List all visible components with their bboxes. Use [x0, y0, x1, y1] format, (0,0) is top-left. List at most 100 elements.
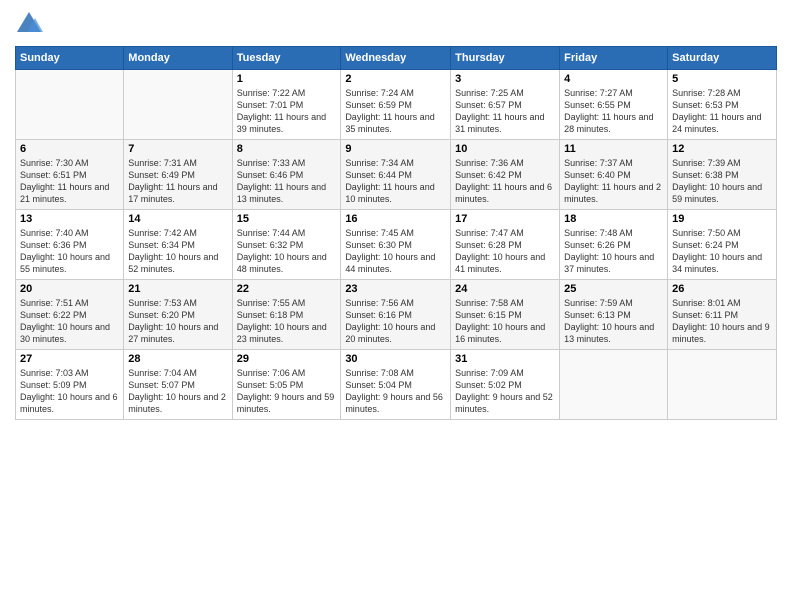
calendar-table: SundayMondayTuesdayWednesdayThursdayFrid…	[15, 46, 777, 420]
calendar-header: SundayMondayTuesdayWednesdayThursdayFrid…	[16, 47, 777, 70]
day-number: 4	[564, 73, 663, 85]
calendar-cell: 10 Sunrise: 7:36 AM Sunset: 6:42 PM Dayli…	[451, 140, 560, 210]
calendar-cell: 9 Sunrise: 7:34 AM Sunset: 6:44 PM Daylig…	[341, 140, 451, 210]
page: SundayMondayTuesdayWednesdayThursdayFrid…	[0, 0, 792, 612]
day-number: 12	[672, 143, 772, 155]
day-number: 17	[455, 213, 555, 225]
calendar-cell: 22 Sunrise: 7:55 AM Sunset: 6:18 PM Dayli…	[232, 280, 341, 350]
day-info: Sunrise: 7:27 AM Sunset: 6:55 PM Dayligh…	[564, 87, 663, 136]
calendar-cell: 14 Sunrise: 7:42 AM Sunset: 6:34 PM Dayli…	[124, 210, 232, 280]
day-info: Sunrise: 7:25 AM Sunset: 6:57 PM Dayligh…	[455, 87, 555, 136]
day-number: 23	[345, 283, 446, 295]
calendar-cell: 23 Sunrise: 7:56 AM Sunset: 6:16 PM Dayli…	[341, 280, 451, 350]
day-number: 9	[345, 143, 446, 155]
calendar-cell: 30Sunrise: 7:08 AM Sunset: 5:04 PM Dayli…	[341, 350, 451, 420]
calendar-cell: 2 Sunrise: 7:24 AM Sunset: 6:59 PM Daylig…	[341, 70, 451, 140]
calendar-cell	[560, 350, 668, 420]
calendar-cell: 8 Sunrise: 7:33 AM Sunset: 6:46 PM Daylig…	[232, 140, 341, 210]
day-number: 8	[237, 143, 337, 155]
day-number: 16	[345, 213, 446, 225]
calendar-cell: 16Sunrise: 7:45 AM Sunset: 6:30 PM Dayli…	[341, 210, 451, 280]
day-info: Sunrise: 7:34 AM Sunset: 6:44 PM Dayligh…	[345, 157, 446, 206]
day-number: 10	[455, 143, 555, 155]
day-info: Sunrise: 7:55 AM Sunset: 6:18 PM Dayligh…	[237, 297, 337, 346]
calendar-cell: 17 Sunrise: 7:47 AM Sunset: 6:28 PM Dayli…	[451, 210, 560, 280]
day-info: Sunrise: 7:50 AM Sunset: 6:24 PM Dayligh…	[672, 227, 772, 276]
day-info: Sunrise: 7:56 AM Sunset: 6:16 PM Dayligh…	[345, 297, 446, 346]
day-number: 15	[237, 213, 337, 225]
calendar-cell: 24Sunrise: 7:58 AM Sunset: 6:15 PM Dayli…	[451, 280, 560, 350]
calendar-cell: 26Sunrise: 8:01 AM Sunset: 6:11 PM Dayli…	[668, 280, 777, 350]
day-info: Sunrise: 7:04 AM Sunset: 5:07 PM Dayligh…	[128, 367, 227, 416]
day-info: Sunrise: 7:37 AM Sunset: 6:40 PM Dayligh…	[564, 157, 663, 206]
calendar-cell	[668, 350, 777, 420]
weekday-header: Saturday	[668, 47, 777, 70]
day-info: Sunrise: 7:53 AM Sunset: 6:20 PM Dayligh…	[128, 297, 227, 346]
day-number: 2	[345, 73, 446, 85]
day-info: Sunrise: 7:36 AM Sunset: 6:42 PM Dayligh…	[455, 157, 555, 206]
calendar-cell	[16, 70, 124, 140]
day-info: Sunrise: 7:03 AM Sunset: 5:09 PM Dayligh…	[20, 367, 119, 416]
calendar-cell: 1Sunrise: 7:22 AM Sunset: 7:01 PM Daylig…	[232, 70, 341, 140]
logo-icon	[15, 10, 43, 38]
day-info: Sunrise: 7:31 AM Sunset: 6:49 PM Dayligh…	[128, 157, 227, 206]
day-info: Sunrise: 7:39 AM Sunset: 6:38 PM Dayligh…	[672, 157, 772, 206]
day-info: Sunrise: 7:48 AM Sunset: 6:26 PM Dayligh…	[564, 227, 663, 276]
calendar-cell: 15 Sunrise: 7:44 AM Sunset: 6:32 PM Dayli…	[232, 210, 341, 280]
calendar-cell	[124, 70, 232, 140]
day-number: 22	[237, 283, 337, 295]
day-info: Sunrise: 7:33 AM Sunset: 6:46 PM Dayligh…	[237, 157, 337, 206]
logo	[15, 10, 47, 38]
day-info: Sunrise: 7:59 AM Sunset: 6:13 PM Dayligh…	[564, 297, 663, 346]
day-info: Sunrise: 7:28 AM Sunset: 6:53 PM Dayligh…	[672, 87, 772, 136]
day-info: Sunrise: 7:09 AM Sunset: 5:02 PM Dayligh…	[455, 367, 555, 416]
calendar-cell: 20 Sunrise: 7:51 AM Sunset: 6:22 PM Dayli…	[16, 280, 124, 350]
calendar-cell: 28Sunrise: 7:04 AM Sunset: 5:07 PM Dayli…	[124, 350, 232, 420]
day-number: 30	[345, 353, 446, 365]
day-number: 19	[672, 213, 772, 225]
calendar-cell: 29 Sunrise: 7:06 AM Sunset: 5:05 PM Dayli…	[232, 350, 341, 420]
calendar-week-row: 6 Sunrise: 7:30 AM Sunset: 6:51 PM Daylig…	[16, 140, 777, 210]
calendar-cell: 5 Sunrise: 7:28 AM Sunset: 6:53 PM Daylig…	[668, 70, 777, 140]
calendar-week-row: 1Sunrise: 7:22 AM Sunset: 7:01 PM Daylig…	[16, 70, 777, 140]
calendar-cell: 6 Sunrise: 7:30 AM Sunset: 6:51 PM Daylig…	[16, 140, 124, 210]
day-info: Sunrise: 7:40 AM Sunset: 6:36 PM Dayligh…	[20, 227, 119, 276]
calendar-cell: 21 Sunrise: 7:53 AM Sunset: 6:20 PM Dayli…	[124, 280, 232, 350]
day-number: 21	[128, 283, 227, 295]
header-row: SundayMondayTuesdayWednesdayThursdayFrid…	[16, 47, 777, 70]
calendar-cell: 7Sunrise: 7:31 AM Sunset: 6:49 PM Daylig…	[124, 140, 232, 210]
day-number: 6	[20, 143, 119, 155]
day-number: 31	[455, 353, 555, 365]
calendar-cell: 12 Sunrise: 7:39 AM Sunset: 6:38 PM Dayli…	[668, 140, 777, 210]
calendar-cell: 25Sunrise: 7:59 AM Sunset: 6:13 PM Dayli…	[560, 280, 668, 350]
day-info: Sunrise: 7:30 AM Sunset: 6:51 PM Dayligh…	[20, 157, 119, 206]
day-info: Sunrise: 7:06 AM Sunset: 5:05 PM Dayligh…	[237, 367, 337, 416]
calendar-cell: 4 Sunrise: 7:27 AM Sunset: 6:55 PM Daylig…	[560, 70, 668, 140]
day-info: Sunrise: 7:42 AM Sunset: 6:34 PM Dayligh…	[128, 227, 227, 276]
day-number: 18	[564, 213, 663, 225]
calendar-cell: 3 Sunrise: 7:25 AM Sunset: 6:57 PM Daylig…	[451, 70, 560, 140]
day-number: 29	[237, 353, 337, 365]
calendar-week-row: 13 Sunrise: 7:40 AM Sunset: 6:36 PM Dayli…	[16, 210, 777, 280]
calendar-week-row: 27Sunrise: 7:03 AM Sunset: 5:09 PM Dayli…	[16, 350, 777, 420]
calendar-cell: 31 Sunrise: 7:09 AM Sunset: 5:02 PM Dayli…	[451, 350, 560, 420]
day-info: Sunrise: 7:51 AM Sunset: 6:22 PM Dayligh…	[20, 297, 119, 346]
calendar-cell: 13 Sunrise: 7:40 AM Sunset: 6:36 PM Dayli…	[16, 210, 124, 280]
weekday-header: Monday	[124, 47, 232, 70]
weekday-header: Friday	[560, 47, 668, 70]
day-number: 3	[455, 73, 555, 85]
weekday-header: Tuesday	[232, 47, 341, 70]
day-number: 11	[564, 143, 663, 155]
day-info: Sunrise: 7:44 AM Sunset: 6:32 PM Dayligh…	[237, 227, 337, 276]
day-number: 20	[20, 283, 119, 295]
calendar-cell: 19 Sunrise: 7:50 AM Sunset: 6:24 PM Dayli…	[668, 210, 777, 280]
calendar-week-row: 20 Sunrise: 7:51 AM Sunset: 6:22 PM Dayli…	[16, 280, 777, 350]
day-number: 5	[672, 73, 772, 85]
day-number: 24	[455, 283, 555, 295]
day-info: Sunrise: 7:24 AM Sunset: 6:59 PM Dayligh…	[345, 87, 446, 136]
header	[15, 10, 777, 38]
day-info: Sunrise: 7:22 AM Sunset: 7:01 PM Dayligh…	[237, 87, 337, 136]
day-number: 14	[128, 213, 227, 225]
day-info: Sunrise: 7:47 AM Sunset: 6:28 PM Dayligh…	[455, 227, 555, 276]
day-number: 13	[20, 213, 119, 225]
